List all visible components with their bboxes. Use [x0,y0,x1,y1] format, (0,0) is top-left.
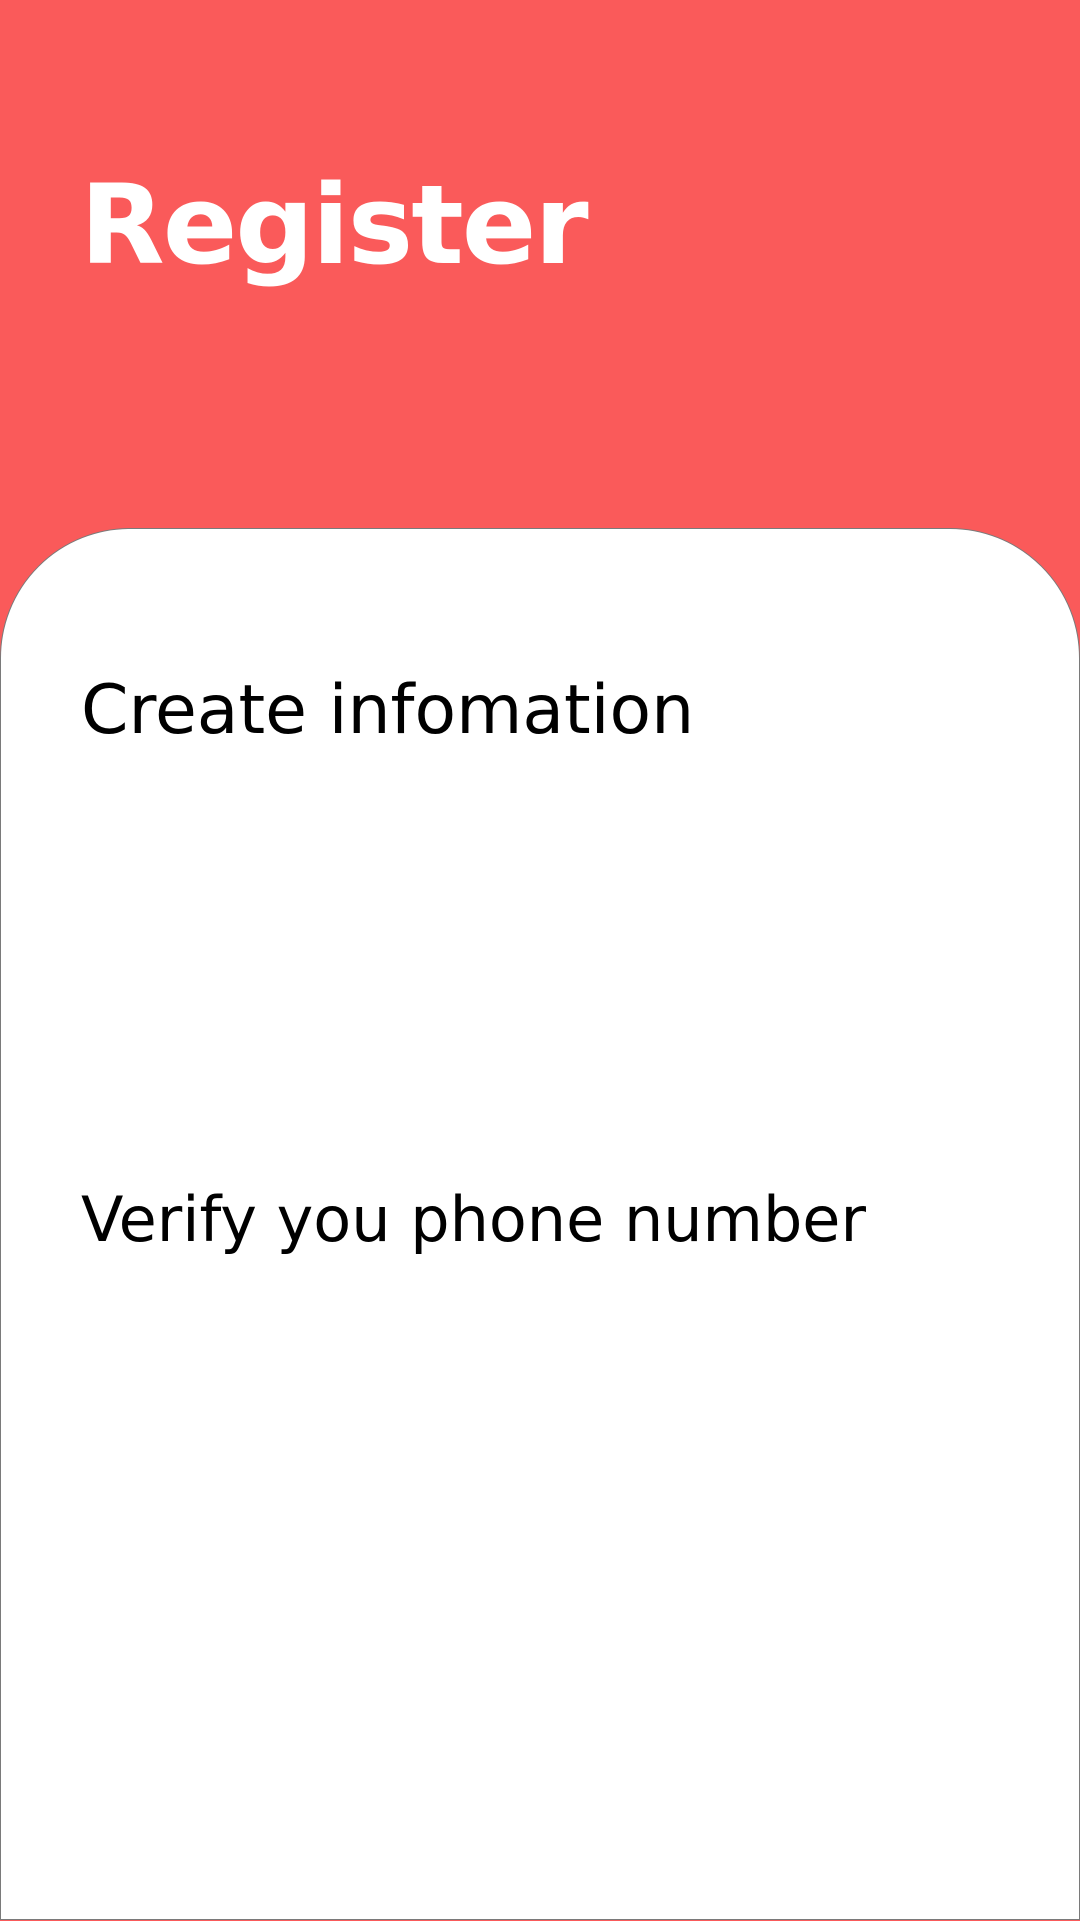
register-card: Create infomation Verify you phone numbe… [0,528,1080,1920]
register-screen: Register Create infomation Verify you ph… [0,0,1080,1921]
create-information-heading: Create infomation [81,671,695,750]
verify-phone-heading: Verify you phone number [81,1183,866,1256]
page-title: Register [80,161,589,289]
